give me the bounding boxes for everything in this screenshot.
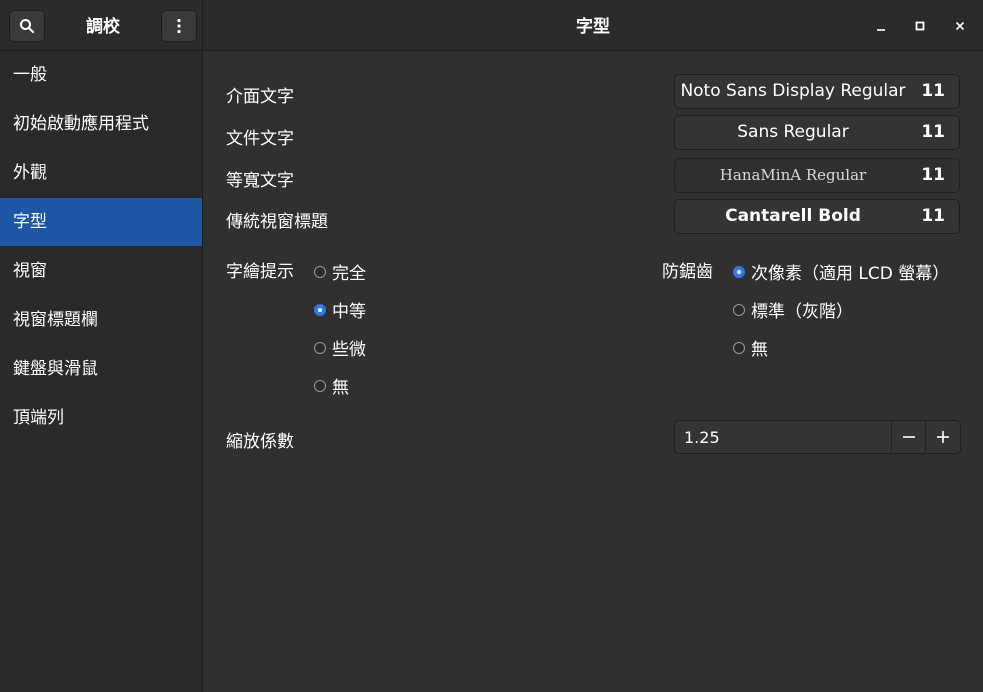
antialiasing-label: 防鋸齒 [662, 262, 713, 282]
font-name: HanaMinA Regular [719, 166, 867, 184]
font-name: Sans Regular [737, 122, 849, 142]
sidebar-item-label: 外觀 [13, 163, 47, 183]
font-name: Cantarell Bold [725, 206, 861, 226]
titlebar-text-label: 傳統視窗標題 [226, 212, 328, 232]
sidebar-item-label: 視窗 [13, 261, 47, 281]
kebab-menu-icon [177, 18, 181, 34]
font-name: Noto Sans Display Regular [680, 81, 906, 101]
sidebar-item-label: 一般 [13, 65, 47, 85]
sidebar-title: 調校 [86, 17, 120, 37]
radio-indicator [733, 341, 745, 354]
antialiasing-none-radio[interactable]: 無 [733, 335, 768, 360]
radio-indicator [314, 303, 326, 316]
menu-button[interactable] [161, 10, 197, 42]
sidebar-item-windows[interactable]: 視窗 [0, 247, 202, 296]
radio-indicator [314, 341, 326, 354]
minus-icon [903, 436, 915, 438]
sidebar-header: 調校 [0, 0, 203, 50]
sidebar-item-label: 鍵盤與滑鼠 [13, 359, 98, 379]
hinting-medium-radio[interactable]: 中等 [314, 297, 366, 322]
sidebar-item-label: 頂端列 [13, 408, 64, 428]
radio-label: 標準（灰階） [751, 302, 853, 322]
antialiasing-standard-radio[interactable]: 標準（灰階） [733, 297, 853, 322]
radio-label: 無 [332, 378, 349, 398]
hinting-full-radio[interactable]: 完全 [314, 259, 366, 284]
scaling-factor-spinbutton[interactable]: 1.25 [674, 420, 961, 454]
search-icon [20, 19, 35, 34]
maximize-button[interactable] [907, 13, 933, 39]
hinting-none-radio[interactable]: 無 [314, 373, 349, 398]
document-font-button[interactable]: Sans Regular 11 [674, 115, 960, 150]
font-size: 11 [921, 165, 945, 185]
scaling-factor-value[interactable]: 1.25 [684, 421, 720, 454]
radio-label: 中等 [332, 302, 366, 322]
radio-indicator [733, 265, 745, 278]
page-title: 字型 [576, 17, 610, 37]
increment-button[interactable] [925, 421, 960, 453]
radio-label: 些微 [332, 340, 366, 360]
radio-label: 次像素（適用 LCD 螢幕） [751, 264, 950, 284]
header-bar: 調校 字型 [0, 0, 983, 51]
minimize-icon [877, 29, 885, 31]
close-button[interactable] [947, 13, 973, 39]
document-text-label: 文件文字 [226, 129, 294, 149]
titlebar-font-button[interactable]: Cantarell Bold 11 [674, 199, 960, 234]
sidebar: 一般 初始啟動應用程式 外觀 字型 視窗 視窗標題欄 鍵盤與滑鼠 頂端列 [0, 51, 203, 692]
interface-text-label: 介面文字 [226, 87, 294, 107]
sidebar-item-general[interactable]: 一般 [0, 51, 202, 100]
search-button[interactable] [9, 10, 45, 42]
sidebar-item-startup-applications[interactable]: 初始啟動應用程式 [0, 100, 202, 149]
antialiasing-subpixel-radio[interactable]: 次像素（適用 LCD 螢幕） [733, 259, 949, 284]
sidebar-item-label: 視窗標題欄 [13, 310, 98, 330]
font-size: 11 [921, 81, 945, 101]
radio-indicator [733, 303, 745, 316]
maximize-icon [915, 21, 925, 31]
radio-indicator [314, 265, 326, 278]
minimize-button[interactable] [868, 13, 894, 39]
fonts-panel: 介面文字 Noto Sans Display Regular 11 文件文字 S… [204, 51, 983, 692]
radio-label: 無 [751, 340, 768, 360]
font-size: 11 [921, 206, 945, 226]
radio-indicator [314, 379, 326, 392]
monospace-text-label: 等寬文字 [226, 171, 294, 191]
interface-font-button[interactable]: Noto Sans Display Regular 11 [674, 74, 960, 109]
font-size: 11 [921, 122, 945, 142]
sidebar-item-appearance[interactable]: 外觀 [0, 149, 202, 198]
sidebar-item-top-bar[interactable]: 頂端列 [0, 394, 202, 443]
close-icon [955, 21, 965, 31]
sidebar-item-window-titlebars[interactable]: 視窗標題欄 [0, 296, 202, 345]
sidebar-item-label: 初始啟動應用程式 [13, 114, 149, 134]
scaling-factor-label: 縮放係數 [226, 432, 294, 452]
plus-icon [937, 431, 949, 443]
sidebar-item-fonts[interactable]: 字型 [0, 198, 202, 247]
monospace-font-button[interactable]: HanaMinA Regular 11 [674, 158, 960, 193]
tweaks-window: 調校 字型 一般 初始啟動應用程式 外觀 字型 視窗 視窗標題欄 鍵盤與滑鼠 頂… [0, 0, 983, 692]
radio-label: 完全 [332, 264, 366, 284]
hinting-label: 字繪提示 [226, 262, 294, 282]
hinting-slight-radio[interactable]: 些微 [314, 335, 366, 360]
sidebar-item-label: 字型 [13, 212, 47, 232]
decrement-button[interactable] [891, 421, 926, 453]
sidebar-item-keyboard-mouse[interactable]: 鍵盤與滑鼠 [0, 345, 202, 394]
